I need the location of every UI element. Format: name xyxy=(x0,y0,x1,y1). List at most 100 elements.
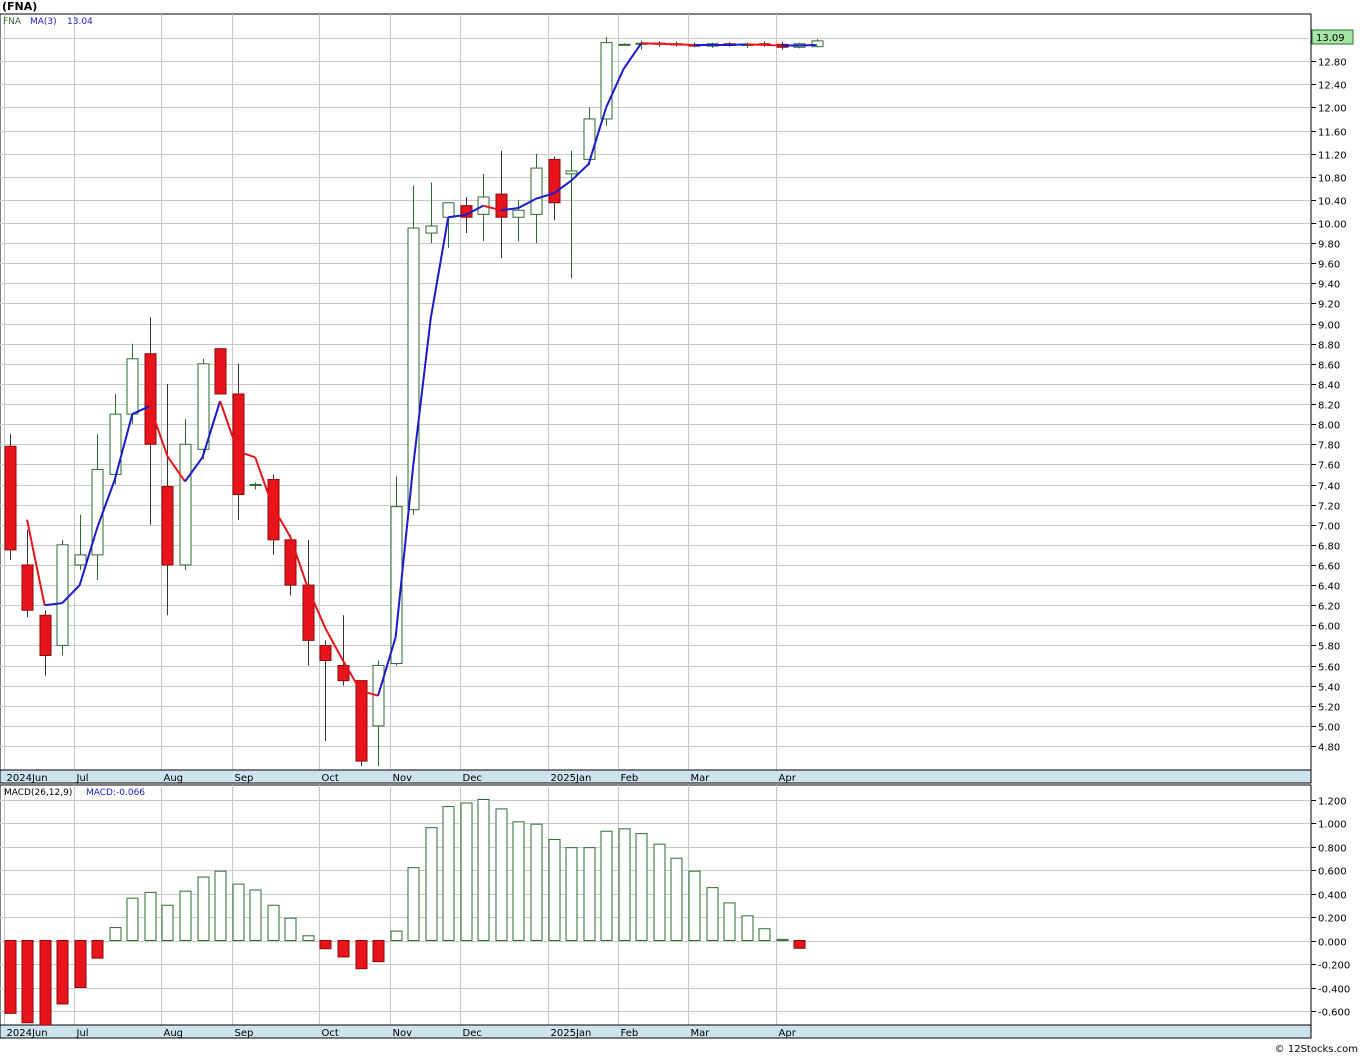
macd-tick-label: -0.400 xyxy=(1318,985,1350,996)
macd-bar-negative xyxy=(372,940,385,963)
candle-up xyxy=(583,118,596,160)
price-tick-label: 4.80 xyxy=(1318,743,1340,754)
macd-bar-negative xyxy=(319,940,332,950)
legend-ma-label: MA(3) xyxy=(30,17,57,27)
price-tick-label: 5.80 xyxy=(1318,642,1340,653)
price-tick-label: 11.20 xyxy=(1318,151,1347,162)
macd-bar-positive xyxy=(197,876,210,941)
macd-bar-positive xyxy=(653,843,666,942)
macd-date-label: Dec xyxy=(463,1028,482,1039)
price-tick-label: 8.60 xyxy=(1318,361,1340,372)
candle-up xyxy=(126,358,139,415)
candle-down xyxy=(39,614,52,656)
price-date-label: Apr xyxy=(779,773,797,784)
macd-date-label: Apr xyxy=(779,1028,797,1039)
macd-bar-positive xyxy=(302,935,315,941)
price-tick-label: 7.20 xyxy=(1318,502,1340,513)
macd-tick-label: 0.600 xyxy=(1318,867,1347,878)
price-tick-label: 9.60 xyxy=(1318,260,1340,271)
ma-segment xyxy=(658,42,677,46)
price-date-label: 2024Jun xyxy=(7,773,48,784)
price-panel xyxy=(0,13,1312,771)
macd-bar-negative xyxy=(39,940,52,1026)
legend-symbol: FNA xyxy=(3,17,22,27)
macd-legend-value: MACD:-0.066 xyxy=(86,788,145,798)
candle-up xyxy=(618,43,631,46)
macd-bar-positive xyxy=(161,904,174,941)
ma-segment xyxy=(729,43,747,46)
macd-date-axis-band xyxy=(0,1024,1312,1039)
ma-segment xyxy=(746,43,765,46)
candle-down xyxy=(21,564,34,611)
legend-ma-value: 13.04 xyxy=(67,17,93,27)
macd-bar-positive xyxy=(477,799,490,941)
price-tick-label: 5.20 xyxy=(1318,703,1340,714)
price-date-label: Sep xyxy=(235,773,254,784)
candle-down xyxy=(161,486,174,566)
macd-tick-label: 0.800 xyxy=(1318,844,1347,855)
macd-bar-positive xyxy=(600,830,613,941)
macd-tick-label: 1.200 xyxy=(1318,797,1347,808)
price-tick-label: 10.40 xyxy=(1318,197,1347,208)
macd-bar-negative xyxy=(91,940,104,959)
price-tick-label: 6.60 xyxy=(1318,562,1340,573)
candle-up xyxy=(179,443,192,566)
price-tick-label: 6.00 xyxy=(1318,622,1340,633)
ma-segment xyxy=(799,43,817,47)
macd-legend-label: MACD(26,12,9) xyxy=(4,788,72,798)
candle-down xyxy=(319,644,332,662)
price-tick-label: 12.80 xyxy=(1318,58,1347,69)
macd-date-label: Nov xyxy=(393,1028,413,1039)
price-tick-label: 12.00 xyxy=(1318,104,1347,115)
ma-segment xyxy=(764,43,782,47)
ma-segment xyxy=(676,43,694,46)
price-date-label: Oct xyxy=(322,773,339,784)
price-tick-label: 8.20 xyxy=(1318,401,1340,412)
macd-date-label: Jul xyxy=(76,1028,89,1039)
macd-bar-positive xyxy=(249,889,262,941)
price-date-label: Feb xyxy=(621,773,639,784)
candle-up xyxy=(249,484,262,486)
macd-bar-positive xyxy=(232,883,245,941)
ma-segment xyxy=(641,42,659,45)
macd-bar-positive xyxy=(214,870,227,941)
macd-bar-positive xyxy=(688,870,701,941)
chart-title: (FNA) xyxy=(2,0,37,13)
macd-bar-positive xyxy=(670,857,683,941)
price-tick-label: 6.80 xyxy=(1318,542,1340,553)
macd-date-label: 2024Jun xyxy=(7,1028,48,1039)
macd-bar-negative xyxy=(337,940,350,958)
macd-tick-label: 1.000 xyxy=(1318,820,1347,831)
candle-up xyxy=(56,544,69,646)
candle-up xyxy=(530,167,543,215)
macd-date-label: Feb xyxy=(621,1028,639,1039)
macd-bar-positive xyxy=(495,808,508,942)
price-tick-label: 7.00 xyxy=(1318,522,1340,533)
macd-bar-positive xyxy=(512,821,525,942)
macd-bar-positive xyxy=(776,938,789,942)
price-tick-label: 7.80 xyxy=(1318,441,1340,452)
macd-date-label: Sep xyxy=(235,1028,254,1039)
macd-date-label: Aug xyxy=(164,1028,184,1039)
macd-tick-label: -0.600 xyxy=(1318,1008,1350,1019)
price-tick-label: 5.60 xyxy=(1318,663,1340,674)
candle-up xyxy=(565,170,578,175)
macd-bar-positive xyxy=(179,890,192,942)
price-date-label: Dec xyxy=(463,773,482,784)
stock-chart: 2024Jun Jul Aug Sep Oct Nov Dec 2025Jan Feb Mar Ap… xyxy=(0,0,1358,1055)
macd-bar-positive xyxy=(126,897,139,942)
candle-up xyxy=(425,225,438,234)
macd-bar-positive xyxy=(390,930,403,941)
price-tick-label: 9.00 xyxy=(1318,321,1340,332)
price-date-label: 2025Jan xyxy=(551,773,592,784)
price-tick-label: 9.20 xyxy=(1318,300,1340,311)
macd-bar-positive xyxy=(565,847,578,941)
macd-date-label: Oct xyxy=(322,1028,339,1039)
macd-bar-positive xyxy=(407,867,420,942)
candle-up xyxy=(512,209,525,218)
macd-bar-positive xyxy=(635,833,648,942)
macd-tick-label: -0.200 xyxy=(1318,961,1350,972)
price-tick-label: 10.80 xyxy=(1318,174,1347,185)
macd-tick-label: 0.000 xyxy=(1318,938,1347,949)
macd-bar-negative xyxy=(21,940,34,1024)
